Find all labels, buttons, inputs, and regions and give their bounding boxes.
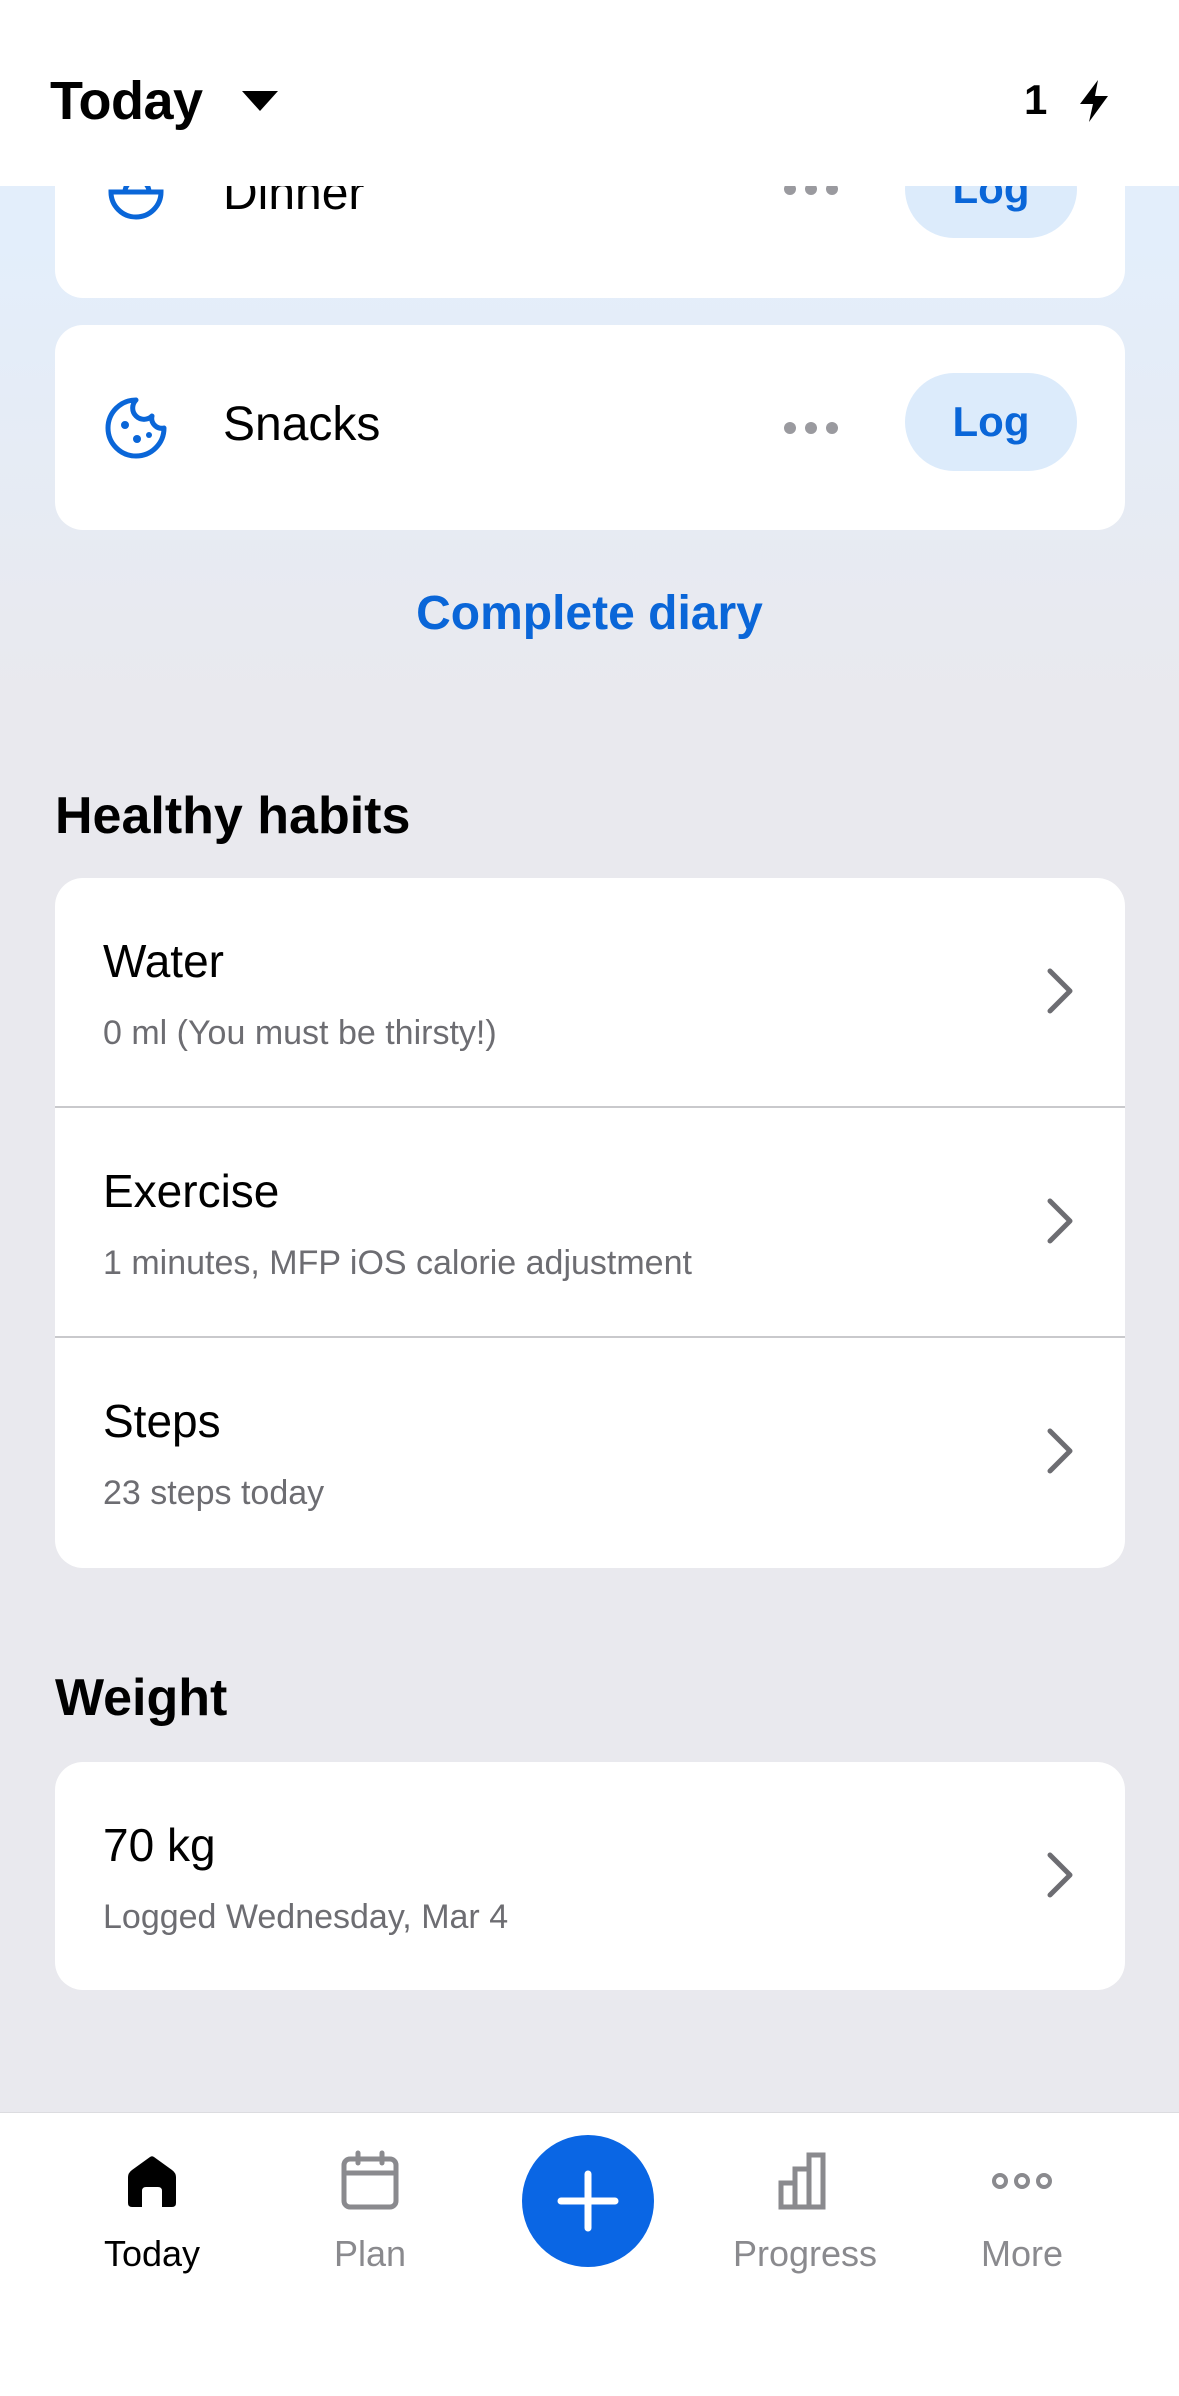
tab-today[interactable]: Today (52, 2149, 252, 2299)
chevron-right-icon (1047, 1198, 1073, 1244)
chevron-right-icon (1047, 968, 1073, 1014)
streak-count[interactable]: 1 (1024, 76, 1047, 124)
healthy-habits-card: Water 0 ml (You must be thirsty!) Exerci… (55, 878, 1125, 1568)
plus-icon (557, 2170, 619, 2232)
cookie-icon (105, 397, 167, 459)
bar-chart-icon (778, 2152, 826, 2210)
complete-diary-link[interactable]: Complete diary (0, 586, 1179, 641)
habit-row-steps[interactable]: Steps 23 steps today (55, 1338, 1125, 1568)
habit-row-water[interactable]: Water 0 ml (You must be thirsty!) (55, 878, 1125, 1108)
weight-value: 70 kg (103, 1819, 216, 1871)
page-title[interactable]: Today (50, 70, 203, 132)
chevron-right-icon (1047, 1428, 1073, 1474)
more-dots-icon (992, 2173, 1052, 2189)
home-icon (128, 2156, 176, 2207)
calendar-icon (341, 2150, 399, 2210)
weight-card[interactable]: 70 kg Logged Wednesday, Mar 4 (55, 1762, 1125, 1990)
habit-row-exercise[interactable]: Exercise 1 minutes, MFP iOS calorie adju… (55, 1108, 1125, 1338)
healthy-habits-title: Healthy habits (55, 787, 411, 845)
habit-title: Exercise (103, 1165, 280, 1217)
tab-more[interactable]: More (922, 2149, 1122, 2299)
add-button[interactable] (522, 2135, 654, 2267)
bottom-tab-bar: Today Plan Progress More (0, 2112, 1179, 2396)
chevron-right-icon (1047, 1852, 1073, 1898)
tab-plan[interactable]: Plan (270, 2149, 470, 2299)
habit-title: Steps (103, 1395, 221, 1447)
tab-label: Progress (732, 2233, 878, 2274)
meal-label-snacks: Snacks (223, 398, 381, 451)
weight-title: Weight (55, 1669, 228, 1727)
habit-subtitle: 0 ml (You must be thirsty!) (103, 1014, 497, 1052)
lightning-bolt-icon[interactable] (1076, 78, 1112, 124)
habit-subtitle: 23 steps today (103, 1474, 325, 1512)
caret-down-icon[interactable] (240, 88, 280, 114)
top-header: Today 1 (0, 0, 1179, 186)
meal-card-snacks[interactable]: Snacks Log (55, 325, 1125, 530)
tab-progress[interactable]: Progress (705, 2149, 905, 2299)
habit-title: Water (103, 935, 224, 987)
log-snacks-button[interactable]: Log (905, 373, 1077, 471)
weight-subtitle: Logged Wednesday, Mar 4 (103, 1898, 509, 1936)
habit-subtitle: 1 minutes, MFP iOS calorie adjustment (103, 1244, 692, 1282)
tab-label: More (980, 2233, 1064, 2274)
more-options-icon[interactable] (783, 421, 839, 435)
tab-label: Plan (333, 2233, 407, 2274)
tab-label: Today (103, 2233, 201, 2274)
